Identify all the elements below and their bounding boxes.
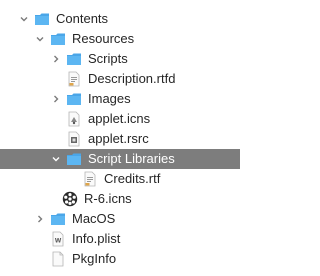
icns-file-icon: [66, 111, 82, 127]
tree-row-label: Script Libraries: [88, 151, 175, 166]
generic-file-icon: [50, 251, 66, 267]
rsrc-file-icon: [66, 131, 82, 147]
tree-row-r6-icns[interactable]: R-6.icns: [0, 189, 240, 209]
folder-icon: [66, 51, 82, 67]
tree-row-scripts[interactable]: Scripts: [0, 49, 240, 69]
tree-row-label: applet.icns: [88, 111, 151, 126]
tree-row-applet-rsrc[interactable]: applet.rsrc: [0, 129, 240, 149]
tree-row-info-plist[interactable]: W Info.plist: [0, 229, 240, 249]
tree-row-pkginfo[interactable]: PkgInfo: [0, 249, 240, 269]
tree-row-macos[interactable]: MacOS: [0, 209, 240, 229]
rtf-document-icon: [82, 171, 98, 187]
svg-text:W: W: [55, 238, 62, 245]
folder-icon: [34, 11, 50, 27]
tree-row-label: MacOS: [72, 211, 116, 226]
tree-row-label: PkgInfo: [72, 251, 117, 266]
chevron-down-icon[interactable]: [18, 9, 30, 29]
tree-row-contents[interactable]: Contents: [0, 9, 240, 29]
tree-row-label: Description.rtfd: [88, 71, 176, 86]
plist-file-icon: W: [50, 231, 66, 247]
chevron-right-icon[interactable]: [50, 89, 62, 109]
tree-row-label: Resources: [72, 31, 135, 46]
folder-icon: [66, 91, 82, 107]
tree-row-label: Contents: [56, 11, 109, 26]
film-reel-icon: [62, 191, 78, 207]
chevron-right-icon[interactable]: [34, 209, 46, 229]
tree-row-label: Credits.rtf: [104, 171, 161, 186]
rtfd-document-icon: [66, 71, 82, 87]
folder-icon: [50, 211, 66, 227]
tree-row-applet-icns[interactable]: applet.icns: [0, 109, 240, 129]
tree-row-description-rtfd[interactable]: Description.rtfd: [0, 69, 240, 89]
file-outline-tree: Contents Resources Scripts Description.r…: [0, 0, 240, 276]
folder-icon: [50, 31, 66, 47]
tree-row-label: Images: [88, 91, 131, 106]
tree-row-label: applet.rsrc: [88, 131, 149, 146]
chevron-right-icon[interactable]: [50, 49, 62, 69]
folder-icon: [66, 151, 82, 167]
tree-row-credits-rtf[interactable]: Credits.rtf: [0, 169, 240, 189]
tree-row-resources[interactable]: Resources: [0, 29, 240, 49]
tree-row-images[interactable]: Images: [0, 89, 240, 109]
tree-row-label: Scripts: [88, 51, 128, 66]
tree-row-script-libraries[interactable]: Script Libraries: [0, 149, 240, 169]
tree-row-label: Info.plist: [72, 231, 121, 246]
tree-row-label: R-6.icns: [84, 191, 132, 206]
chevron-down-icon[interactable]: [34, 29, 46, 49]
chevron-down-icon[interactable]: [50, 149, 62, 169]
